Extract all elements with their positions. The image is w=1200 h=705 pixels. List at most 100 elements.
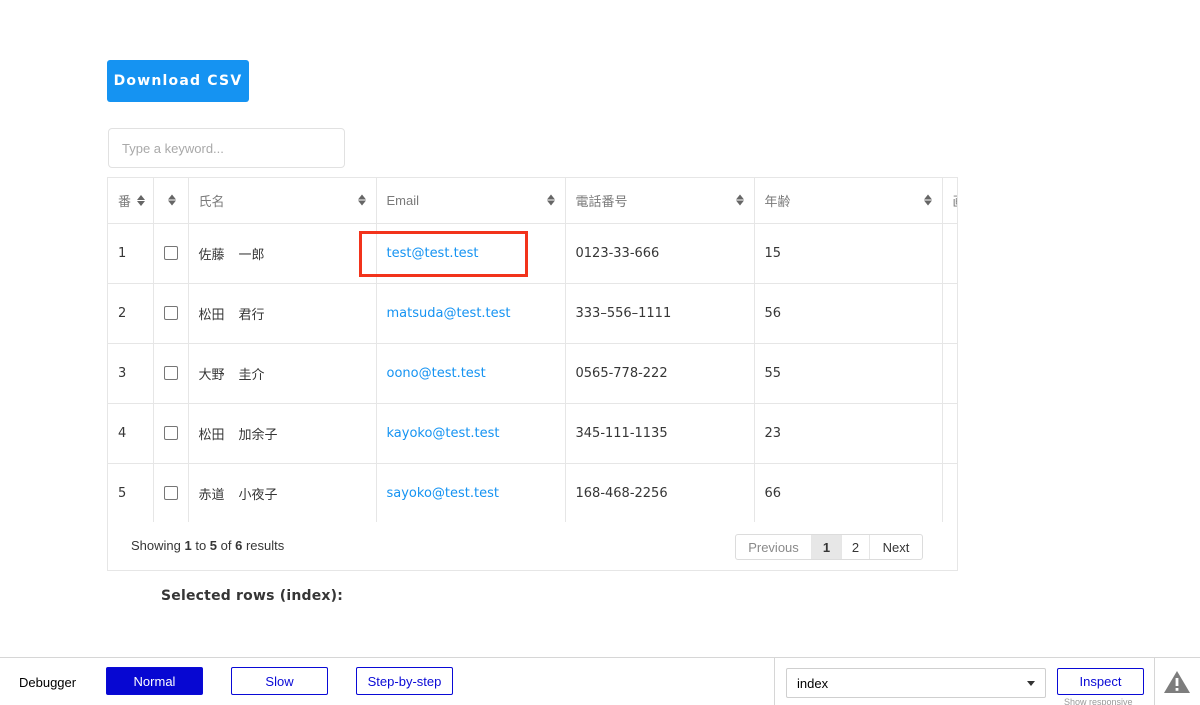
row-phone: 333–556–1111 — [565, 283, 755, 344]
column-header-phone[interactable]: 電話番号 — [565, 178, 755, 224]
row-first-name: 圭介 — [238, 367, 265, 383]
table-row[interactable]: 3 大野 圭介 oono@test.test 0565-778-222 55 — [108, 343, 957, 404]
results-text: of — [217, 538, 236, 553]
sort-icon[interactable] — [923, 194, 932, 206]
pagination: Previous 1 2 Next — [735, 534, 923, 560]
inspect-target-select[interactable]: index — [786, 668, 1046, 698]
column-header-image[interactable]: 画 — [942, 178, 957, 224]
row-select-cell — [153, 463, 189, 522]
inspect-button[interactable]: Inspect — [1057, 668, 1144, 695]
row-first-name: 一郎 — [238, 247, 265, 263]
row-image — [942, 343, 957, 404]
row-email: sayoko@test.test — [376, 463, 566, 522]
row-index: 4 — [108, 403, 154, 464]
table-row[interactable]: 1 佐藤 一郎 test@test.test 0123-33-666 15 — [108, 223, 957, 284]
row-last-name: 佐藤 — [198, 247, 225, 263]
row-email: matsuda@test.test — [376, 283, 566, 344]
page-1-button[interactable]: 1 — [812, 535, 842, 559]
column-header-index[interactable]: 番 — [108, 178, 154, 224]
row-age: 66 — [754, 463, 943, 522]
mode-normal-button[interactable]: Normal — [106, 667, 203, 695]
page-2-button[interactable]: 2 — [842, 535, 870, 559]
row-index: 5 — [108, 463, 154, 522]
row-phone: 0565-778-222 — [565, 343, 755, 404]
row-phone: 0123-33-666 — [565, 223, 755, 284]
download-csv-button[interactable]: Download CSV — [107, 60, 249, 102]
chevron-down-icon — [1027, 681, 1035, 686]
row-name: 赤道 小夜子 — [188, 463, 377, 522]
row-first-name: 君行 — [238, 307, 265, 323]
row-age: 15 — [754, 223, 943, 284]
table-scroll-area[interactable]: 番 氏名 Email 電話番号 年齢 1 佐藤 一郎 test@test.tes… — [108, 178, 957, 522]
results-summary: Showing 1 to 5 of 6 results — [131, 538, 284, 553]
inspect-target-value: index — [797, 675, 829, 691]
row-select-cell — [153, 343, 189, 404]
avatar — [956, 247, 957, 259]
mode-step-by-step-button[interactable]: Step-by-step — [356, 667, 453, 695]
row-first-name: 小夜子 — [238, 487, 278, 503]
row-checkbox[interactable] — [163, 486, 178, 500]
row-age: 23 — [754, 403, 943, 464]
selected-rows-label: Selected rows (index): — [161, 588, 344, 604]
row-name: 大野 圭介 — [188, 343, 377, 404]
debugger-bar: Debugger Normal Slow Step-by-step index … — [0, 657, 1200, 705]
divider — [1154, 658, 1155, 705]
row-name: 松田 君行 — [188, 283, 377, 344]
row-checkbox[interactable] — [163, 366, 178, 380]
data-table: 番 氏名 Email 電話番号 年齢 1 佐藤 一郎 test@test.tes… — [108, 178, 957, 522]
sort-icon[interactable] — [167, 194, 176, 206]
row-index: 3 — [108, 343, 154, 404]
column-header-name-label: 氏名 — [198, 193, 225, 209]
email-link[interactable]: test@test.test — [387, 246, 479, 261]
sort-icon[interactable] — [136, 194, 145, 206]
mode-slow-button[interactable]: Slow — [231, 667, 328, 695]
email-link[interactable]: oono@test.test — [387, 366, 486, 381]
sort-icon[interactable] — [735, 194, 744, 206]
row-image — [942, 463, 957, 522]
row-last-name: 松田 — [198, 427, 225, 443]
table-row[interactable]: 2 松田 君行 matsuda@test.test 333–556–1111 56 — [108, 283, 957, 344]
sort-icon[interactable] — [546, 194, 555, 206]
table-row[interactable]: 5 赤道 小夜子 sayoko@test.test 168-468-2256 66 — [108, 463, 957, 522]
row-age: 55 — [754, 343, 943, 404]
row-select-cell — [153, 223, 189, 284]
show-responsive-link[interactable]: Show responsive — [1064, 697, 1133, 705]
avatar — [956, 367, 957, 379]
warning-icon[interactable] — [1163, 670, 1191, 694]
email-link[interactable]: matsuda@test.test — [387, 306, 511, 321]
email-link[interactable]: kayoko@test.test — [387, 426, 500, 441]
column-header-name[interactable]: 氏名 — [188, 178, 377, 224]
row-image — [942, 283, 957, 344]
avatar — [956, 427, 957, 439]
row-checkbox[interactable] — [163, 306, 178, 320]
row-checkbox[interactable] — [163, 426, 178, 440]
row-phone: 168-468-2256 — [565, 463, 755, 522]
row-email: test@test.test — [376, 223, 566, 284]
column-header-checkbox[interactable] — [153, 178, 189, 224]
data-table-container: 番 氏名 Email 電話番号 年齢 1 佐藤 一郎 test@test.tes… — [107, 177, 958, 571]
row-image — [942, 403, 957, 464]
avatar — [956, 487, 957, 499]
search-input[interactable] — [108, 128, 345, 168]
results-text: results — [242, 538, 285, 553]
row-index: 1 — [108, 223, 154, 284]
row-last-name: 赤道 — [198, 487, 225, 503]
row-checkbox[interactable] — [163, 246, 178, 260]
column-header-phone-label: 電話番号 — [575, 193, 628, 209]
row-image — [942, 223, 957, 284]
previous-page-button[interactable]: Previous — [736, 535, 812, 559]
row-age: 56 — [754, 283, 943, 344]
email-link[interactable]: sayoko@test.test — [387, 486, 499, 501]
table-row[interactable]: 4 松田 加余子 kayoko@test.test 345-111-1135 23 — [108, 403, 957, 464]
column-header-index-label: 番 — [118, 193, 132, 209]
column-header-age-label: 年齢 — [764, 193, 791, 209]
results-text: Showing — [131, 538, 185, 553]
divider — [774, 658, 775, 705]
next-page-button[interactable]: Next — [870, 535, 922, 559]
row-name: 佐藤 一郎 — [188, 223, 377, 284]
results-to: 5 — [209, 538, 218, 553]
column-header-email-label: Email — [386, 193, 420, 209]
column-header-email[interactable]: Email — [376, 178, 566, 224]
sort-icon[interactable] — [357, 194, 366, 206]
column-header-age[interactable]: 年齢 — [754, 178, 943, 224]
